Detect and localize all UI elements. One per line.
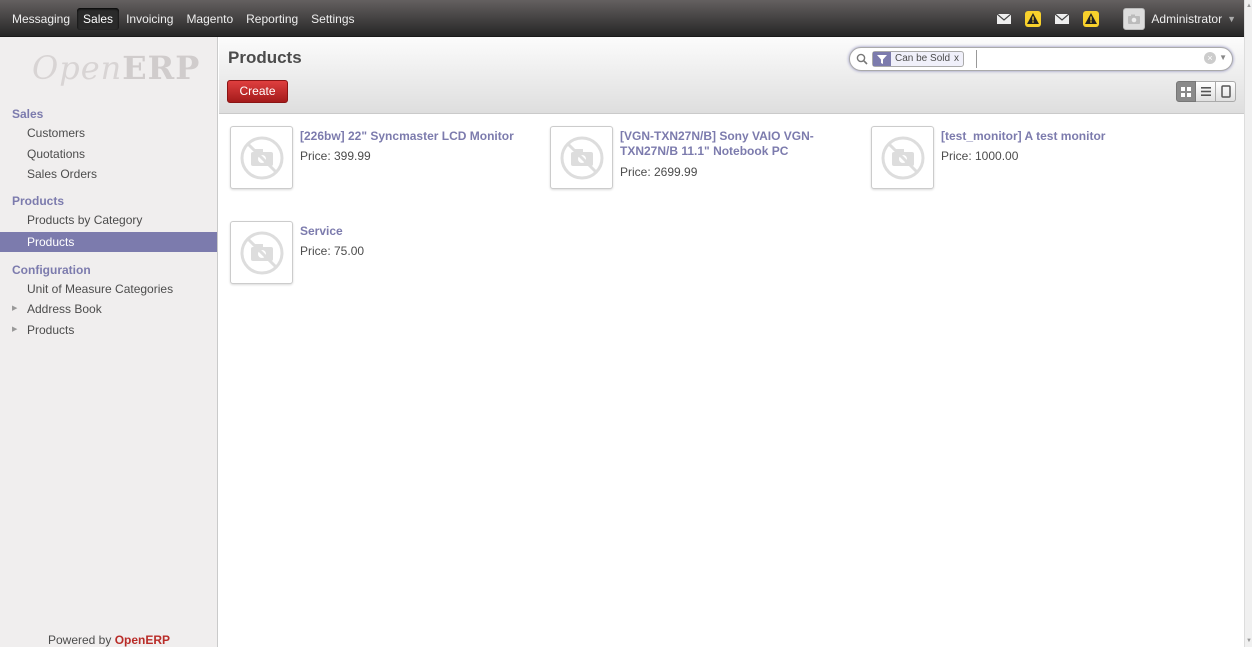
view-switcher xyxy=(1176,81,1236,102)
chevron-down-icon[interactable]: ▼ xyxy=(1219,53,1227,62)
kanban-view-button[interactable] xyxy=(1176,81,1196,102)
chevron-down-icon[interactable]: ▼ xyxy=(1227,14,1236,24)
kanban-grid-icon xyxy=(1181,86,1191,97)
facet-value: Can be Sold xyxy=(895,53,951,64)
product-price: Price: 75.00 xyxy=(300,244,365,258)
sidebar-item-label: Products xyxy=(27,323,75,337)
menu-messaging[interactable]: Messaging xyxy=(6,8,76,30)
menu-sales[interactable]: Sales xyxy=(77,7,120,30)
list-view-button[interactable] xyxy=(1196,81,1216,102)
list-icon xyxy=(1200,87,1211,96)
caret-right-icon: ▶ xyxy=(12,305,18,312)
create-button[interactable]: Create xyxy=(227,80,288,103)
sidebar-item-products[interactable]: Products xyxy=(0,232,217,252)
window-scrollbar[interactable]: ▲ ▼ xyxy=(1244,0,1252,647)
clear-search-icon[interactable]: × xyxy=(1204,52,1216,64)
logo-open-text: Open xyxy=(32,49,123,87)
product-card[interactable]: [test_monitor] A test monitor Price: 100… xyxy=(860,115,1171,189)
scroll-up-icon[interactable]: ▲ xyxy=(1246,3,1252,9)
sidebar-item-label: Address Book xyxy=(27,302,102,316)
scroll-down-icon[interactable]: ▼ xyxy=(1246,638,1252,644)
avatar[interactable] xyxy=(1123,7,1146,30)
menu-settings[interactable]: Settings xyxy=(305,8,360,30)
sidebar: OpenERP Sales Customers Quotations Sales… xyxy=(0,37,218,647)
sidebar-section-products: Products xyxy=(12,194,65,208)
search-facet: Can be Sold x xyxy=(872,51,965,67)
product-card[interactable]: [226bw] 22" Syncmaster LCD Monitor Price… xyxy=(219,115,530,189)
logo[interactable]: OpenERP xyxy=(32,49,200,87)
product-price: Price: 2699.99 xyxy=(620,165,698,179)
facet-remove-button[interactable]: x xyxy=(954,52,963,66)
product-name[interactable]: Service xyxy=(300,224,530,239)
no-photo-icon xyxy=(871,126,934,189)
sidebar-item-address-book[interactable]: ▶ Address Book xyxy=(0,299,217,319)
warning-icon[interactable] xyxy=(1025,10,1042,27)
sidebar-item-quotations[interactable]: Quotations xyxy=(0,144,217,164)
search-icon[interactable] xyxy=(856,53,868,68)
sidebar-item-config-products[interactable]: ▶ Products xyxy=(0,320,217,340)
product-card[interactable]: Service Price: 75.00 xyxy=(219,210,530,284)
product-price: Price: 1000.00 xyxy=(941,149,1019,163)
product-name[interactable]: [226bw] 22" Syncmaster LCD Monitor xyxy=(300,129,530,144)
warning-icon[interactable] xyxy=(1083,10,1100,27)
product-name[interactable]: [VGN-TXN27N/B] Sony VAIO VGN-TXN27N/B 11… xyxy=(620,129,850,159)
form-view-button[interactable] xyxy=(1216,81,1236,102)
top-menu-bar: Messaging Sales Invoicing Magento Report… xyxy=(0,0,1244,37)
sidebar-section-configuration: Configuration xyxy=(12,263,91,277)
sidebar-item-products-by-category[interactable]: Products by Category xyxy=(0,210,217,230)
control-panel: Products Create Can be Sold x × ▼ xyxy=(219,37,1244,114)
filter-icon xyxy=(873,52,891,66)
mail-icon[interactable] xyxy=(997,13,1012,24)
no-photo-icon xyxy=(550,126,613,189)
search-input[interactable] xyxy=(976,50,1196,68)
sidebar-item-sales-orders[interactable]: Sales Orders xyxy=(0,164,217,184)
systray: Administrator ▼ xyxy=(989,0,1236,37)
product-price: Price: 399.99 xyxy=(300,149,371,163)
user-menu[interactable]: Administrator xyxy=(1151,12,1222,26)
sidebar-section-sales: Sales xyxy=(12,107,44,121)
menu-magento[interactable]: Magento xyxy=(180,8,239,30)
mail-icon[interactable] xyxy=(1055,13,1070,24)
main-menu: Messaging Sales Invoicing Magento Report… xyxy=(6,0,362,37)
search-bar[interactable]: Can be Sold x × ▼ xyxy=(849,47,1233,71)
no-photo-icon xyxy=(230,126,293,189)
product-name[interactable]: [test_monitor] A test monitor xyxy=(941,129,1171,144)
form-icon xyxy=(1220,85,1231,98)
logo-erp-text: ERP xyxy=(122,49,201,87)
page-title: Products xyxy=(228,48,302,67)
kanban-view: [226bw] 22" Syncmaster LCD Monitor Price… xyxy=(219,115,1244,647)
sidebar-item-customers[interactable]: Customers xyxy=(0,123,217,143)
menu-reporting[interactable]: Reporting xyxy=(240,8,304,30)
menu-invoicing[interactable]: Invoicing xyxy=(120,8,179,30)
product-card[interactable]: [VGN-TXN27N/B] Sony VAIO VGN-TXN27N/B 11… xyxy=(539,115,850,189)
powered-by: Powered by OpenERP xyxy=(0,633,218,647)
caret-right-icon: ▶ xyxy=(12,326,18,333)
sidebar-item-uom-categories[interactable]: Unit of Measure Categories xyxy=(0,279,217,299)
no-photo-icon xyxy=(230,221,293,284)
powered-by-link[interactable]: OpenERP xyxy=(115,633,170,647)
powered-by-text: Powered by xyxy=(47,633,112,647)
